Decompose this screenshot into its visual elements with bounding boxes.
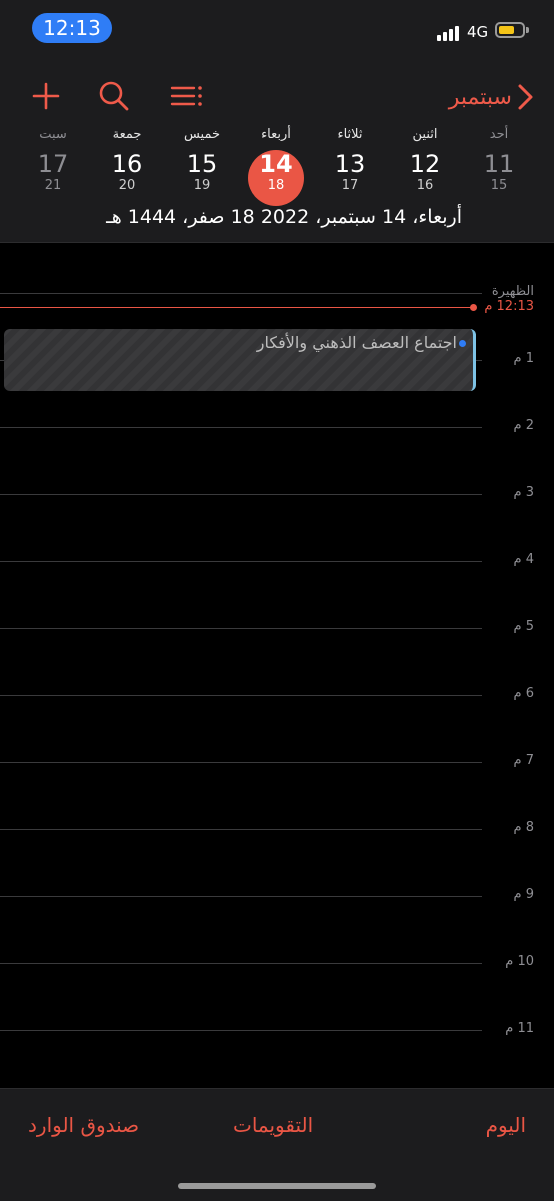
chevron-right-icon	[518, 84, 533, 110]
hijri-number: 17	[341, 178, 359, 193]
day-number: 14	[259, 150, 293, 178]
plus-icon	[32, 82, 60, 110]
status-time[interactable]: 12:13	[32, 13, 112, 43]
hour-label-noon: الظهيرة	[491, 284, 534, 299]
day-name: جمعة	[112, 127, 142, 142]
network-type: 4G	[467, 23, 489, 41]
day-name: سبت	[39, 127, 67, 142]
hour-line	[0, 561, 482, 562]
battery-nub	[526, 27, 529, 33]
current-time-dot	[470, 304, 477, 311]
hijri-number: 21	[44, 178, 62, 193]
hour-label: 7 م	[513, 753, 534, 768]
status-bar: 12:13 4G	[0, 0, 554, 56]
hour-label: 1 م	[513, 351, 534, 366]
today-button[interactable]: اليوم	[486, 1113, 526, 1137]
hour-label: 4 م	[513, 552, 534, 567]
day-number: 12	[409, 150, 441, 178]
signal-icon	[437, 25, 463, 41]
hijri-number: 16	[416, 178, 434, 193]
calendars-button[interactable]: التقويمات	[233, 1113, 313, 1137]
add-event-button[interactable]	[28, 78, 64, 114]
day-name: اثنين	[412, 127, 438, 142]
month-back-button[interactable]: سبتمبر	[445, 80, 538, 114]
day-name: أربعاء	[261, 127, 291, 142]
event-calendar-dot	[459, 340, 466, 347]
week-strip: أحد 11 15 اثنين 12 16 ثلاثاء 13 17 أربعا…	[0, 126, 554, 206]
day-number: 16	[111, 150, 143, 178]
day-name: ثلاثاء	[337, 127, 363, 142]
day-thursday[interactable]: خميس 15 19	[172, 126, 232, 194]
hour-line	[0, 1030, 482, 1031]
hour-line	[0, 762, 482, 763]
hijri-number: 18	[267, 178, 285, 193]
hour-label: 3 م	[513, 485, 534, 500]
hour-label: 2 م	[513, 418, 534, 433]
day-number: 17	[37, 150, 69, 178]
current-time-label: 12:13 م	[484, 299, 534, 314]
hour-line-noon	[0, 293, 482, 294]
day-friday[interactable]: جمعة 16 20	[97, 126, 157, 194]
day-saturday[interactable]: سبت 17 21	[23, 126, 83, 194]
hijri-number: 15	[490, 178, 508, 193]
hour-label: 9 م	[513, 887, 534, 902]
list-view-button[interactable]	[168, 78, 204, 114]
hour-line	[0, 427, 482, 428]
battery-icon	[495, 22, 525, 38]
hijri-number: 20	[118, 178, 136, 193]
hour-line	[0, 494, 482, 495]
day-sunday[interactable]: أحد 11 15	[469, 126, 529, 194]
hour-label: 5 م	[513, 619, 534, 634]
search-button[interactable]	[96, 78, 132, 114]
full-date-label: أربعاء، 14 سبتمبر، 2022 18 صفر، 1444 هـ	[106, 206, 462, 228]
day-monday[interactable]: اثنين 12 16	[395, 126, 455, 194]
hour-label: 11 م	[505, 1021, 534, 1036]
hour-label: 10 م	[505, 954, 534, 969]
list-icon	[170, 86, 202, 106]
home-indicator[interactable]	[178, 1183, 376, 1189]
event-title: اجتماع العصف الذهني والأفكار	[256, 333, 457, 352]
day-name: خميس	[183, 127, 221, 142]
current-time-line	[0, 307, 476, 308]
hour-line	[0, 963, 482, 964]
inbox-button[interactable]: صندوق الوارد	[28, 1113, 139, 1137]
event-block[interactable]: اجتماع العصف الذهني والأفكار	[4, 329, 476, 391]
hour-line	[0, 896, 482, 897]
hour-line	[0, 829, 482, 830]
hour-line	[0, 628, 482, 629]
day-timeline[interactable]: الظهيرة 12:13 م 1 م 2 م 3 م 4 م 5 م 6 م …	[0, 243, 554, 1088]
month-label: سبتمبر	[448, 84, 512, 110]
hijri-number: 19	[193, 178, 211, 193]
hour-line	[0, 695, 482, 696]
day-wednesday-selected[interactable]: أربعاء 14 18	[246, 126, 306, 206]
day-number: 15	[186, 150, 218, 178]
day-name: أحد	[489, 127, 509, 142]
search-icon	[99, 81, 129, 111]
calendar-header: سبتمبر أحد 11 15 اثنين 12 16 ثلاثاء 13 1…	[0, 56, 554, 243]
day-number: 11	[483, 150, 515, 178]
day-number: 13	[334, 150, 366, 178]
hour-label: 6 م	[513, 686, 534, 701]
day-tuesday[interactable]: ثلاثاء 13 17	[320, 126, 380, 194]
hour-label: 8 م	[513, 820, 534, 835]
